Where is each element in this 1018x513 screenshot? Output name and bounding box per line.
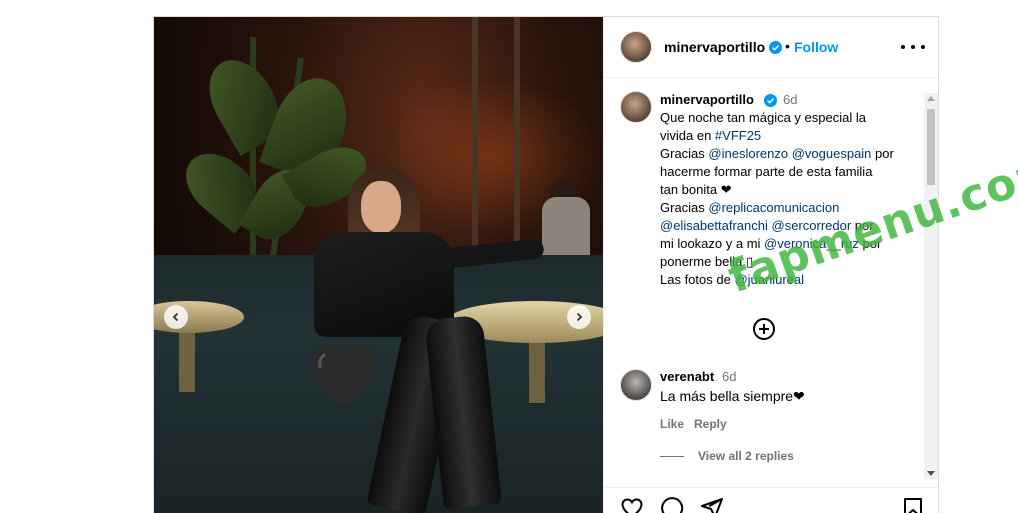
caption-segment: vivida en — [660, 128, 715, 143]
table-stem — [529, 333, 545, 403]
replies-divider — [660, 455, 684, 457]
caption-segment: por — [871, 146, 894, 161]
follow-button[interactable]: Follow — [794, 39, 838, 55]
verified-badge-icon — [769, 41, 782, 54]
view-replies-label: View all 2 replies — [698, 449, 794, 463]
avatar[interactable] — [620, 31, 652, 63]
verified-badge-icon — [764, 94, 777, 107]
caption-segment: mi lookazo y a mi — [660, 236, 765, 251]
comment-text: La más bella siempre❤ — [660, 388, 805, 404]
heart-sticker-icon — [311, 345, 377, 407]
previous-photo-button[interactable] — [164, 305, 188, 329]
caption-text: Que noche tan mágica y especial la vivida… — [660, 109, 916, 289]
wall-slat — [514, 17, 520, 257]
post-actions — [604, 487, 938, 513]
chevron-left-icon — [172, 312, 179, 322]
comment-reply-button[interactable]: Reply — [694, 417, 727, 431]
view-replies-button[interactable]: View all 2 replies — [660, 449, 794, 463]
caption-segment: Que noche tan mágica y especial la — [660, 110, 866, 125]
caption-segment: Gracias — [660, 200, 709, 215]
scrollbar[interactable] — [924, 93, 938, 479]
caption-segment: por — [851, 218, 874, 233]
comment-time[interactable]: 6d — [722, 369, 736, 384]
caption-link[interactable]: @ineslorenzo — [708, 146, 788, 161]
chevron-right-icon — [576, 312, 583, 322]
scrollbar-thumb[interactable] — [927, 109, 935, 185]
comment-username[interactable]: verenabt — [660, 369, 714, 384]
scroll-up-arrow-icon[interactable] — [927, 96, 935, 101]
caption-line: @elisabettafranchi @sercorredor por — [660, 217, 916, 235]
instagram-post: minervaportillo • Follow minervaportillo… — [153, 16, 939, 513]
post-sidebar: minervaportillo • Follow minervaportillo… — [603, 17, 938, 513]
post-photo[interactable] — [154, 17, 603, 513]
plus-circle-icon[interactable] — [752, 317, 776, 341]
avatar[interactable] — [620, 369, 652, 401]
caption-segment: por — [858, 236, 882, 251]
scroll-down-arrow-icon[interactable] — [927, 471, 935, 476]
caption-segment: Las fotos de — [660, 272, 735, 287]
caption-segment: tan bonita ❤ — [660, 182, 732, 197]
next-photo-button[interactable] — [567, 305, 591, 329]
bookmark-icon[interactable] — [901, 496, 925, 513]
caption-link[interactable]: @juanlureal — [734, 272, 804, 287]
avatar[interactable] — [620, 91, 652, 123]
caption-username[interactable]: minervaportillo — [660, 92, 754, 107]
more-options-icon[interactable] — [901, 39, 925, 55]
wall-slat — [472, 17, 478, 257]
header-username[interactable]: minervaportillo — [664, 39, 765, 55]
caption-segment: ponerme bella ▯ — [660, 254, 754, 269]
caption-time[interactable]: 6d — [783, 92, 797, 107]
caption-line: mi lookazo y a mi @veronica__ruz por — [660, 235, 916, 253]
caption-link[interactable]: @voguespain — [792, 146, 872, 161]
caption-line: vivida en #VFF25 — [660, 127, 916, 145]
caption-line: Gracias @ineslorenzo @voguespain por — [660, 145, 916, 163]
caption-link[interactable]: @replicacomunicacion — [708, 200, 839, 215]
caption-link[interactable]: @sercorredor — [772, 218, 852, 233]
caption-link[interactable]: #VFF25 — [715, 128, 761, 143]
caption-line: tan bonita ❤ — [660, 181, 916, 199]
caption-link[interactable]: @veronica__ruz — [764, 236, 859, 251]
heart-icon[interactable] — [620, 496, 644, 513]
caption-line: Las fotos de @juanlureal — [660, 271, 916, 289]
comments-scroll-area[interactable]: minervaportillo 6d Que noche tan mágica … — [604, 79, 924, 479]
woman-face — [361, 181, 401, 233]
comment-bubble-icon[interactable] — [660, 496, 684, 513]
post-header: minervaportillo • Follow — [604, 17, 938, 78]
caption-segment: Gracias — [660, 146, 709, 161]
caption-line: Gracias @replicacomunicacion — [660, 199, 916, 217]
caption-line: hacerme formar parte de esta familia — [660, 163, 916, 181]
comment-like-button[interactable]: Like — [660, 417, 684, 431]
separator: • — [785, 38, 790, 54]
caption-segment: hacerme formar parte de esta familia — [660, 164, 873, 179]
caption-link[interactable]: @elisabettafranchi — [660, 218, 768, 233]
caption-line: ponerme bella ▯ — [660, 253, 916, 271]
caption-line: Que noche tan mágica y especial la — [660, 109, 916, 127]
paper-plane-icon[interactable] — [700, 496, 724, 513]
